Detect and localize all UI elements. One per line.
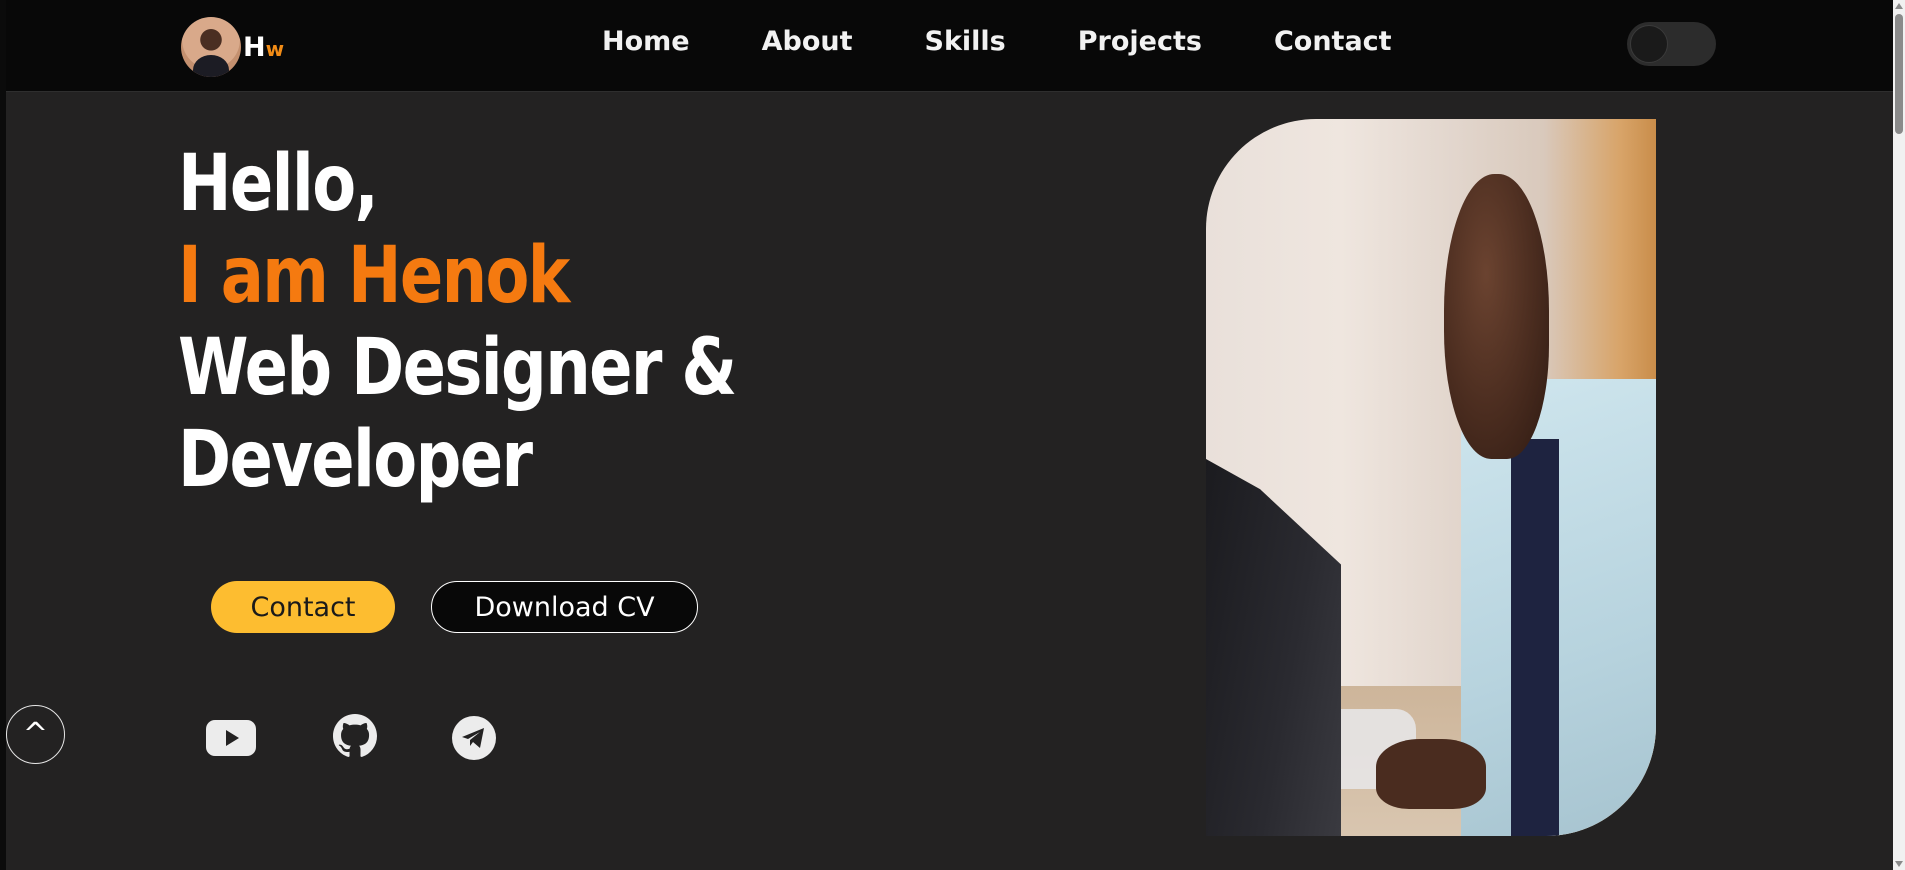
brand-letter-w: w — [265, 36, 285, 61]
hero-role-line-1: Web Designer & — [178, 323, 737, 413]
nav-link-home[interactable]: Home — [602, 22, 690, 62]
nav-links: Home About Skills Projects Contact — [602, 22, 1392, 62]
brand-logo[interactable]: H w — [181, 17, 284, 77]
hero-greeting: Hello, — [178, 139, 379, 229]
theme-toggle[interactable] — [1627, 22, 1716, 66]
brand-letter-h: H — [243, 31, 266, 63]
profile-photo — [1206, 119, 1656, 836]
toggle-knob-icon — [1630, 25, 1668, 63]
scroll-thumb[interactable] — [1895, 14, 1903, 134]
avatar — [181, 17, 241, 77]
github-icon[interactable] — [329, 710, 381, 762]
telegram-icon[interactable] — [448, 712, 500, 764]
navbar: H w Home About Skills Projects Contact — [6, 0, 1893, 92]
hero-role-line-2: Developer — [178, 415, 533, 505]
contact-button[interactable]: Contact — [211, 581, 395, 633]
scroll-down-icon[interactable] — [1895, 861, 1903, 867]
scrollbar[interactable] — [1893, 0, 1905, 870]
nav-link-about[interactable]: About — [762, 22, 853, 62]
download-cv-button[interactable]: Download CV — [431, 581, 698, 633]
nav-link-skills[interactable]: Skills — [925, 22, 1006, 62]
scroll-up-icon[interactable] — [1895, 3, 1903, 9]
back-to-top-button[interactable]: ^ — [6, 705, 65, 764]
youtube-icon[interactable] — [205, 712, 257, 764]
hero-heading: Hello, I am Henok Web Designer & Develop… — [178, 138, 737, 506]
left-edge — [0, 0, 6, 870]
nav-link-projects[interactable]: Projects — [1078, 22, 1202, 62]
hero-name: I am Henok — [178, 231, 570, 321]
nav-link-contact[interactable]: Contact — [1274, 22, 1392, 62]
brand-text: H w — [243, 32, 284, 63]
